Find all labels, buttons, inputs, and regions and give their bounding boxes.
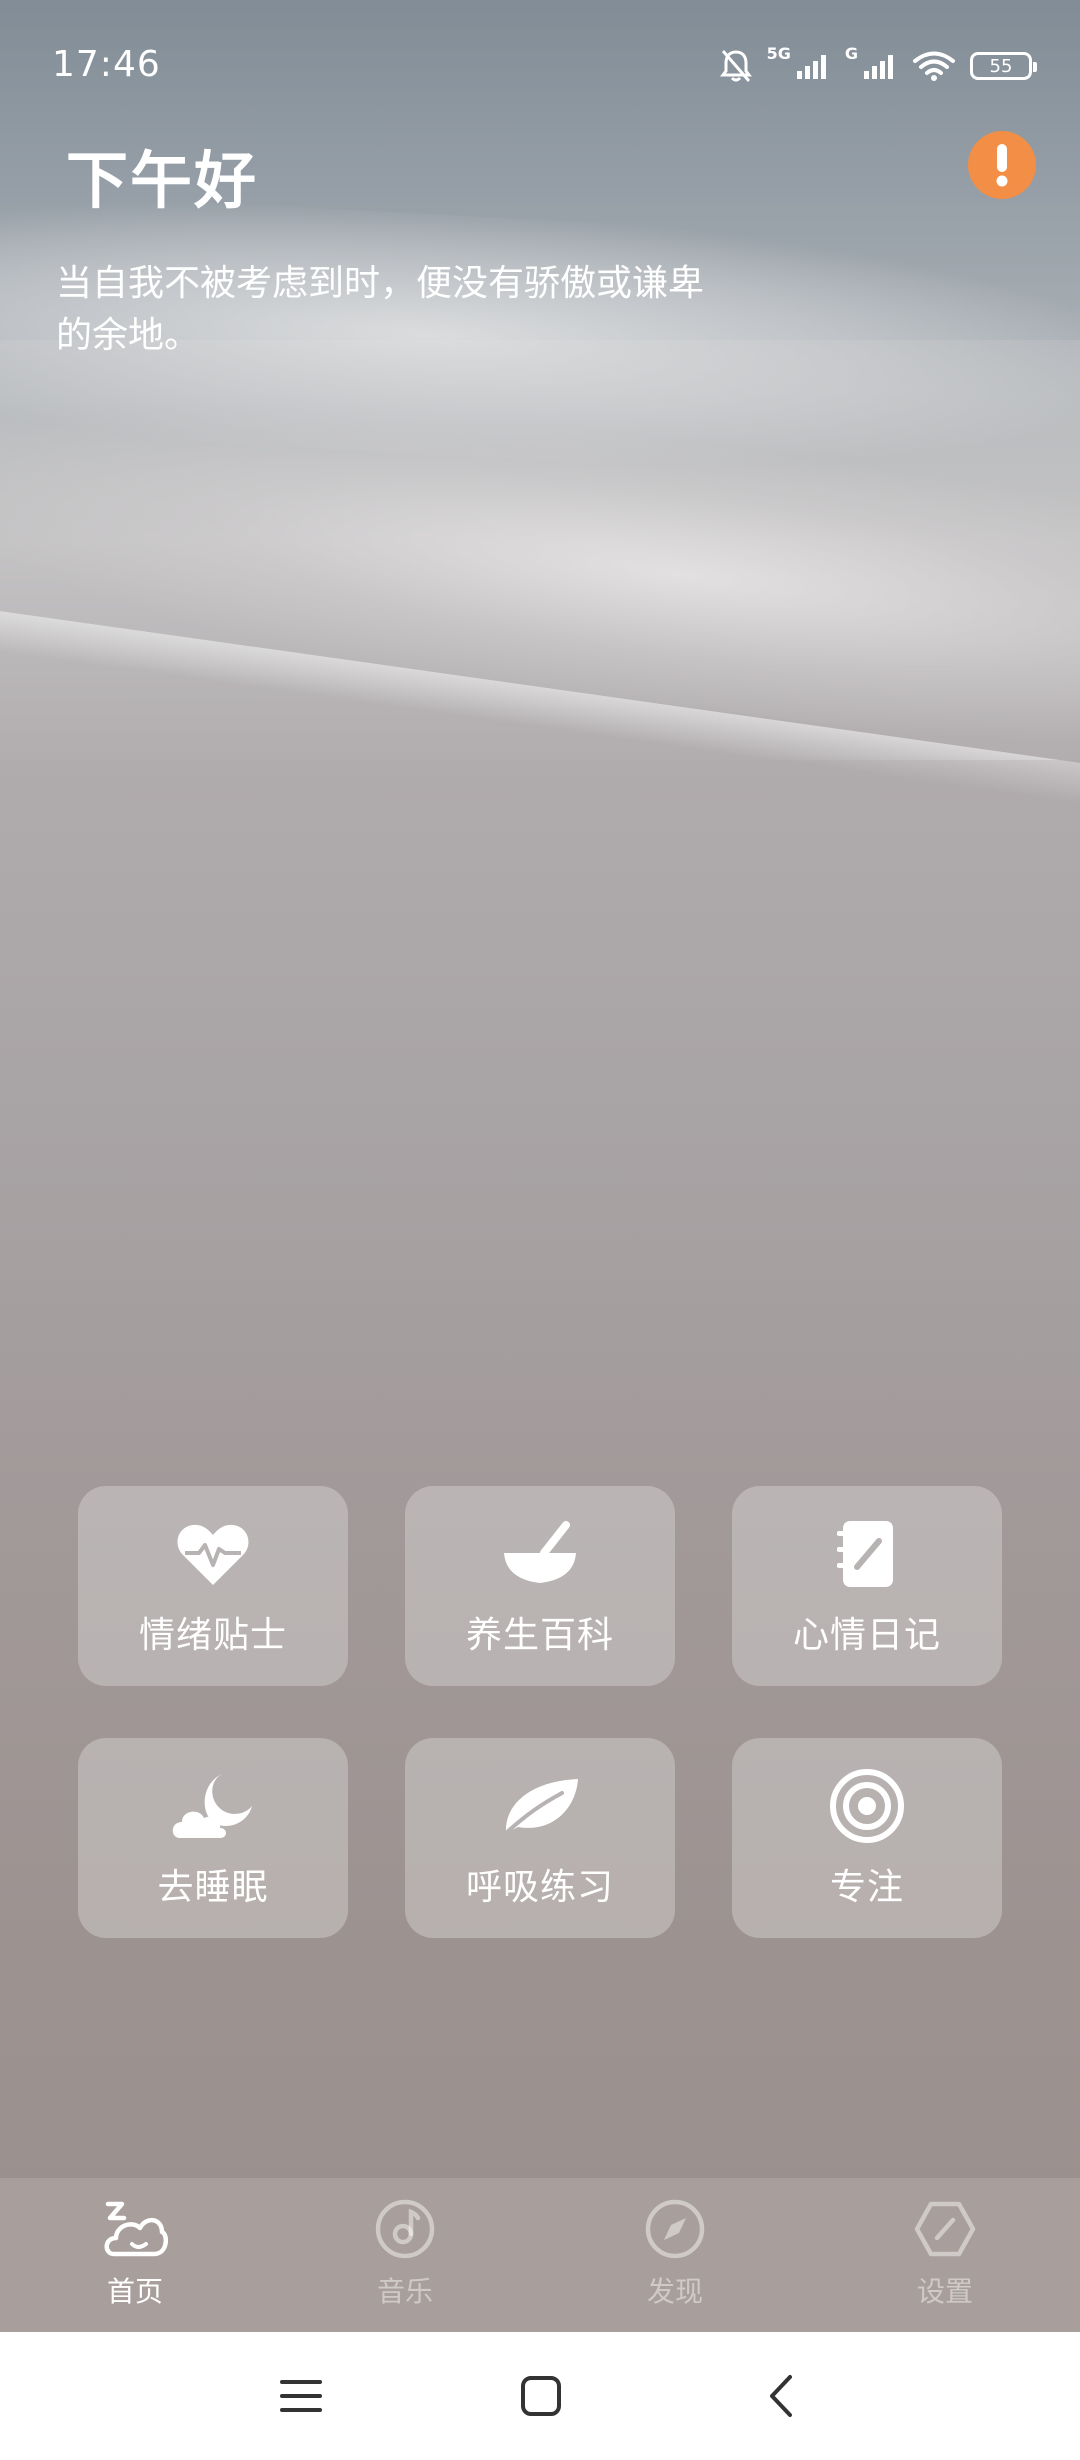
feature-card-sleep[interactable]: 去睡眠 [78, 1738, 348, 1938]
app-screen: 17:46 5G G 55 下午好 当自我不被考虑到时，便没有骄傲或谦卑的余地。… [0, 0, 1080, 2460]
back-icon[interactable] [756, 2368, 806, 2424]
nav-label: 音乐 [376, 2275, 433, 2308]
greeting-title: 下午好 [66, 144, 259, 217]
exclamation-icon[interactable] [968, 131, 1036, 199]
daily-quote: 当自我不被考虑到时，便没有骄傲或谦卑的余地。 [56, 263, 705, 356]
system-navigation-bar [0, 2332, 1080, 2460]
nav-item-discover[interactable]: 发现 [540, 2178, 810, 2332]
status-icons: 5G G 55 [719, 44, 1037, 86]
target-icon [829, 1768, 905, 1844]
mortar-bowl-icon [500, 1516, 580, 1592]
battery-icon: 55 [970, 52, 1037, 80]
leaf-icon [500, 1768, 580, 1844]
network-type-label: 5G [766, 44, 791, 63]
battery-level: 55 [989, 55, 1013, 77]
notebook-pen-icon [835, 1516, 899, 1592]
nav-item-music[interactable]: 音乐 [270, 2178, 540, 2332]
network-type-label: G [844, 44, 858, 63]
bell-muted-icon [719, 48, 753, 84]
feature-label: 专注 [829, 1867, 904, 1908]
music-disc-icon [374, 2194, 436, 2264]
wifi-icon [912, 50, 956, 82]
nav-item-home[interactable]: 首页 [0, 2178, 270, 2332]
signal-icon [862, 51, 898, 81]
feature-label: 心情日记 [792, 1615, 941, 1656]
menu-icon[interactable] [276, 2368, 326, 2424]
moon-cloud-icon [170, 1768, 256, 1844]
hexagon-settings-icon [913, 2194, 977, 2264]
background-sand [0, 760, 1080, 2180]
heart-pulse-icon [175, 1516, 251, 1592]
bottom-navigation: 首页 音乐 发现 设置 [0, 2178, 1080, 2332]
feature-card-mood-diary[interactable]: 心情日记 [732, 1486, 1002, 1686]
compass-icon [644, 2194, 706, 2264]
nav-item-settings[interactable]: 设置 [810, 2178, 1080, 2332]
feature-card-breathing[interactable]: 呼吸练习 [405, 1738, 675, 1938]
home-square-icon[interactable] [516, 2368, 566, 2424]
status-time: 17:46 [52, 44, 161, 85]
nav-label: 发现 [646, 2275, 703, 2308]
nav-label: 设置 [916, 2275, 973, 2308]
feature-label: 情绪贴士 [138, 1615, 287, 1656]
nav-label: 首页 [106, 2275, 163, 2308]
feature-label: 养生百科 [465, 1615, 614, 1656]
feature-label: 呼吸练习 [465, 1867, 614, 1908]
status-bar: 17:46 5G G 55 [0, 0, 1080, 130]
feature-card-health-encyclopedia[interactable]: 养生百科 [405, 1486, 675, 1686]
feature-label: 去睡眠 [157, 1867, 269, 1908]
feature-card-focus[interactable]: 专注 [732, 1738, 1002, 1938]
signal-icon [795, 51, 831, 81]
feature-card-mood-tips[interactable]: 情绪贴士 [78, 1486, 348, 1686]
home-moon-icon [102, 2194, 168, 2264]
